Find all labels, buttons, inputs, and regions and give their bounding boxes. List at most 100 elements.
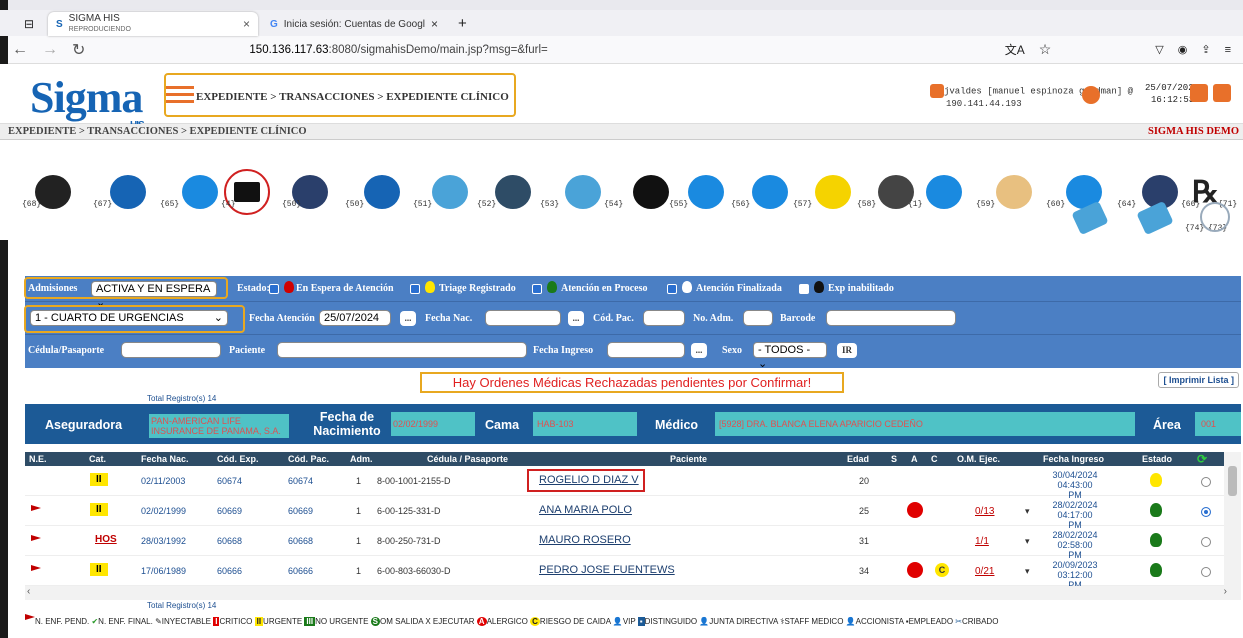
new-tab-icon[interactable]: + (458, 15, 467, 32)
column-header[interactable]: Cód. Exp. (217, 454, 259, 464)
hamburger-menu-icon[interactable] (166, 86, 194, 107)
translate-icon[interactable]: 文A (1005, 41, 1025, 58)
close-tab-icon[interactable]: × (431, 17, 438, 31)
back-icon[interactable]: ← (12, 41, 28, 59)
om-dropdown-icon[interactable]: ▾ (1025, 536, 1030, 547)
fecha-ingreso-picker-button[interactable]: ... (691, 343, 707, 358)
horizontal-scrollbar[interactable]: ‹ › (25, 586, 1241, 600)
lock-icon[interactable] (688, 175, 724, 209)
store-icon[interactable] (364, 175, 400, 209)
toolbar-count-label: {66} (1181, 200, 1201, 209)
en-proceso-checkbox[interactable] (532, 284, 542, 294)
red-bulb-icon (284, 281, 294, 293)
en-espera-checkbox[interactable] (269, 284, 279, 294)
monitor-icon[interactable] (633, 175, 669, 209)
en-proceso-label: Atención en Proceso (561, 283, 648, 294)
toolbar-count-label: {60} (1046, 200, 1066, 209)
gauge-icon[interactable] (1200, 202, 1230, 232)
doctor-icon[interactable] (432, 175, 468, 209)
cod-pac-input[interactable] (643, 310, 685, 326)
triage-label: Triage Registrado (439, 283, 516, 294)
column-header[interactable]: Cédula / Pasaporte (427, 454, 508, 464)
checklist-icon[interactable] (815, 175, 851, 209)
tab-google[interactable]: G Inicia sesión: Cuentas de Googl × (262, 12, 446, 36)
account-icon[interactable]: ◉ (1178, 43, 1188, 56)
consult-icon[interactable] (495, 175, 531, 209)
pocket-icon[interactable]: ▽ (1155, 43, 1163, 56)
column-header[interactable]: Cat. (89, 454, 106, 464)
fecha-atencion-input[interactable]: 25/07/2024 (319, 310, 391, 326)
row-select-radio[interactable] (1201, 537, 1211, 547)
fecha-nac-picker-button[interactable]: ... (568, 311, 584, 326)
tab-title: SIGMA HIS (68, 12, 120, 24)
triage-checkbox[interactable] (410, 284, 420, 294)
column-header[interactable]: O.M. Ejec. (957, 454, 1000, 464)
ir-button[interactable]: IR (837, 343, 857, 358)
clock-icon[interactable] (1082, 86, 1100, 104)
patient-name-link[interactable]: ANA MARIA POLO (539, 504, 632, 516)
column-header[interactable]: Paciente (670, 454, 707, 464)
refresh-icon[interactable]: ⟳ (1197, 452, 1207, 466)
column-header[interactable]: C (931, 454, 938, 464)
column-header[interactable]: N.E. (29, 454, 47, 464)
column-header[interactable]: Fecha Ingreso (1043, 454, 1104, 464)
medico-label: Médico (655, 418, 699, 432)
cedula-cell: 8-00-1001-2155-D (377, 476, 451, 486)
finalizada-checkbox[interactable] (667, 284, 677, 294)
column-header[interactable]: A (911, 454, 918, 464)
alert-message: Hay Ordenes Médicas Rechazadas pendiente… (420, 372, 844, 393)
search-icon[interactable] (926, 175, 962, 209)
toolbar-count-label: {56} (731, 200, 751, 209)
share-icon[interactable]: ⇪ (1201, 43, 1210, 56)
no-adm-input[interactable] (743, 310, 773, 326)
paciente-input[interactable] (277, 342, 527, 358)
om-ejec-link[interactable]: 0/21 (975, 566, 994, 577)
table-row[interactable]: II 17/06/1989 60666 60666 1 6-00-803-66030-D P… (25, 556, 1224, 590)
print-list-button[interactable]: [ Imprimir Lista ] (1158, 372, 1239, 388)
baby-icon[interactable] (996, 175, 1032, 209)
table-row[interactable]: II 02/02/1999 60669 60669 1 6-00-125-331-D ANA… (25, 496, 1224, 530)
forward-icon[interactable]: → (42, 41, 58, 59)
database-icon[interactable] (182, 175, 218, 209)
om-dropdown-icon[interactable]: ▾ (1025, 566, 1030, 577)
column-header[interactable]: Edad (847, 454, 869, 464)
column-header[interactable]: Fecha Nac. (141, 454, 189, 464)
om-ejec-link[interactable]: 0/13 (975, 506, 994, 517)
column-header[interactable]: Estado (1142, 454, 1172, 464)
bookmark-star-icon[interactable]: ☆ (1039, 41, 1052, 58)
column-header[interactable]: Cód. Pac. (288, 454, 329, 464)
sexo-select[interactable]: - TODOS - ⌄ (753, 342, 827, 370)
vertical-scrollbar[interactable] (1224, 452, 1241, 586)
toolbar-count-label: {53} (540, 200, 560, 209)
toolbar-count-label: {68} (22, 200, 42, 209)
patient-name-link[interactable]: PEDRO JOSE FUENTEWS (539, 564, 675, 576)
tab-list-icon[interactable]: ⊟ (24, 17, 34, 31)
chat-icon[interactable] (752, 175, 788, 209)
row-select-radio[interactable] (1201, 567, 1211, 577)
tag-check-icon[interactable] (110, 175, 146, 209)
inhabilitado-checkbox[interactable] (799, 284, 809, 294)
row-select-radio[interactable] (1201, 477, 1211, 487)
patient-name-link[interactable]: MAURO ROSERO (539, 534, 631, 546)
menu-icon[interactable]: ≡ (1225, 44, 1231, 56)
en-espera-label: En Espera de Atención (296, 283, 394, 294)
address-field[interactable]: 150.136.117.63:8080/sigmahisDemo/main.js… (99, 44, 990, 56)
om-dropdown-icon[interactable]: ▾ (1025, 506, 1030, 517)
fecha-ingreso-input[interactable] (607, 342, 685, 358)
table-row[interactable]: HOS 28/03/1992 60668 60668 1 8-00-250-731-D MA… (25, 526, 1224, 560)
close-tab-icon[interactable]: × (243, 17, 250, 31)
tab-sigma[interactable]: S SIGMA HIS REPRODUCIENDO × (48, 12, 258, 36)
fecha-atencion-picker-button[interactable]: ... (400, 311, 416, 326)
om-ejec-link[interactable]: 1/1 (975, 536, 989, 547)
column-header[interactable]: Adm. (350, 454, 373, 464)
settings-wrench-icon[interactable] (1190, 84, 1208, 102)
table-row[interactable]: II 02/11/2003 60674 60674 1 8-00-1001-2155-D R… (25, 466, 1224, 500)
column-header[interactable]: S (891, 454, 897, 464)
basket-icon[interactable] (565, 175, 601, 209)
row-select-radio[interactable] (1201, 507, 1211, 517)
power-icon[interactable] (1213, 84, 1231, 102)
fecha-nac-input[interactable] (485, 310, 561, 326)
cedula-input[interactable] (121, 342, 221, 358)
barcode-input[interactable] (826, 310, 956, 326)
reload-icon[interactable]: ↻ (72, 40, 85, 60)
